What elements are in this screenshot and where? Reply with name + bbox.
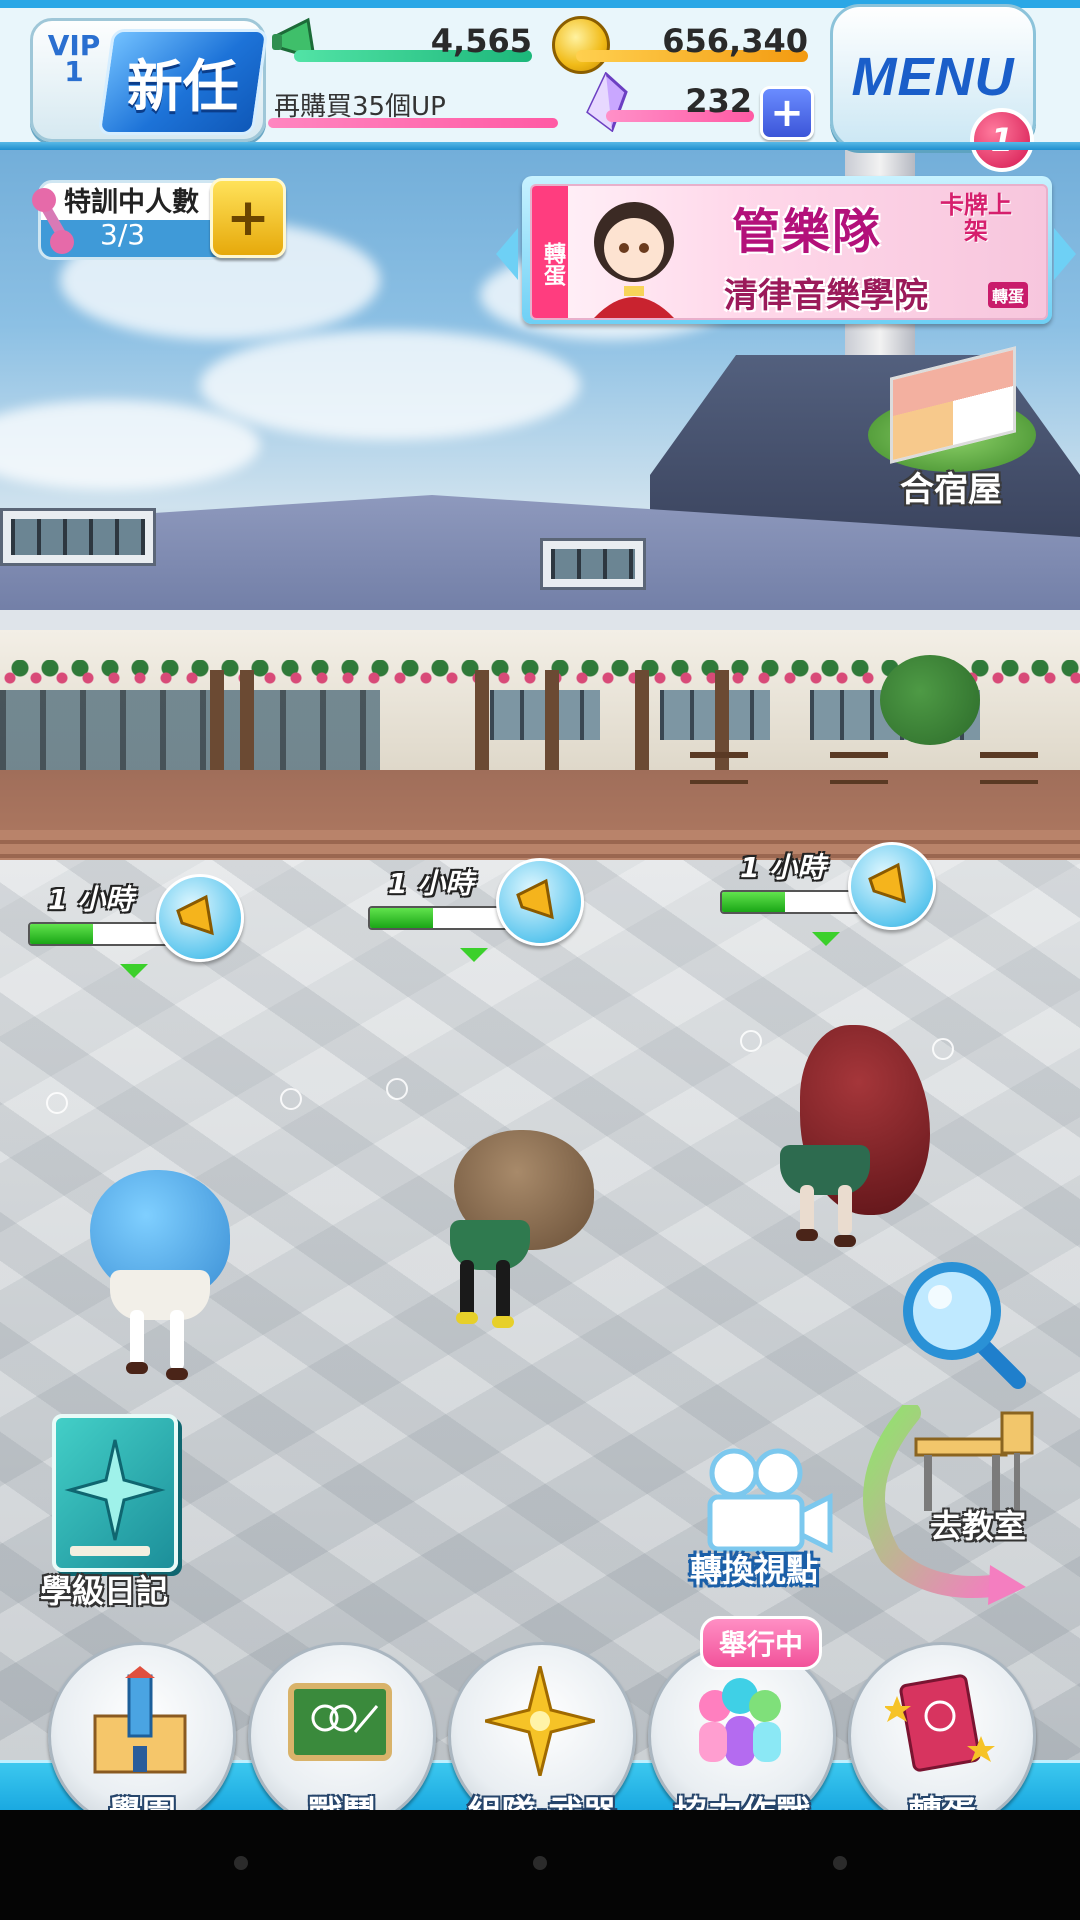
add-training-slot-button[interactable]: + xyxy=(210,178,286,258)
bubble xyxy=(46,1092,68,1114)
nav-co-op-label: 協力作戰 xyxy=(648,1786,836,1810)
banner-subtitle-tag: 轉蛋 xyxy=(988,282,1029,308)
gem-stat: 232 xyxy=(582,72,754,132)
change-view-label: 轉換視點 xyxy=(690,1551,819,1589)
gacha-banner[interactable]: 轉蛋 管樂隊 卡牌上架 清律音樂學院 轉蛋 xyxy=(522,176,1052,324)
megaphone-icon xyxy=(516,878,554,920)
banner-next-arrow[interactable] xyxy=(1054,228,1076,280)
home-button[interactable] xyxy=(533,1856,547,1870)
bench xyxy=(690,752,748,784)
co-op-figures-icon xyxy=(699,1678,781,1766)
magnifier-icon[interactable] xyxy=(900,1255,1030,1395)
nav-battle[interactable]: 戰鬥 xyxy=(248,1642,436,1810)
compass-star-icon xyxy=(64,1439,166,1556)
class-diary-button[interactable]: 學級日記 xyxy=(40,1410,190,1610)
timer-progress-bar xyxy=(720,890,864,914)
nav-gacha-label: 轉蛋 xyxy=(848,1786,1036,1810)
banner-prev-arrow[interactable] xyxy=(496,228,518,280)
rank-title-badge: 新任 xyxy=(97,29,269,135)
nav-battle-label: 戰鬥 xyxy=(248,1786,436,1810)
megaphone-icon xyxy=(868,862,906,904)
character-brown-hair[interactable] xyxy=(430,1120,610,1330)
timer-label: 1 小時 xyxy=(48,883,134,916)
cloud xyxy=(0,400,260,490)
banner-subtitle: 清律音樂學院 xyxy=(724,276,928,316)
school-building-icon xyxy=(93,1666,187,1774)
character-red-hair[interactable] xyxy=(770,1015,950,1275)
megaphone-stat: 4,565 xyxy=(270,17,532,64)
dorm-button[interactable]: 合宿屋 xyxy=(862,346,1042,512)
bubble xyxy=(386,1078,408,1100)
roof-dormer xyxy=(540,538,646,590)
timer-progress-fill xyxy=(722,892,785,912)
class-diary-label: 學級日記 xyxy=(40,1572,169,1610)
bubble xyxy=(280,1088,302,1110)
bubble xyxy=(740,1030,762,1052)
cheer-button[interactable] xyxy=(496,858,584,946)
bottom-navigation: 學園 戰鬥 組隊·武器 xyxy=(0,1620,1080,1810)
timer-progress-fill xyxy=(30,924,93,944)
nav-school-label: 學園 xyxy=(48,1786,236,1810)
training-counter: 特訓中人數 3/3 + xyxy=(28,178,286,260)
timer-pointer xyxy=(120,964,148,978)
bench xyxy=(980,752,1038,784)
banner-title: 管樂隊 xyxy=(732,204,883,260)
timer-progress-bar xyxy=(28,922,172,946)
timer-label: 1 小時 xyxy=(740,851,826,884)
android-navigation-bar xyxy=(0,1810,1080,1920)
gem-count: 232 xyxy=(685,82,752,120)
back-button[interactable] xyxy=(234,1856,248,1870)
nav-team-weapon[interactable]: 組隊·武器 xyxy=(448,1642,636,1810)
tree xyxy=(880,655,980,745)
cheer-button[interactable] xyxy=(848,842,936,930)
bench xyxy=(830,752,888,784)
training-timer-1: 1 小時 xyxy=(28,868,248,978)
timer-pointer xyxy=(460,948,488,962)
nav-school[interactable]: 學園 xyxy=(48,1642,236,1810)
buy-gems-button[interactable]: + xyxy=(760,86,814,140)
megaphone-count: 4,565 xyxy=(430,22,532,60)
vip-label: VIP 1 xyxy=(47,29,101,88)
cloud xyxy=(200,330,580,440)
video-camera-icon xyxy=(707,1448,833,1554)
timer-pointer xyxy=(812,932,840,946)
nav-team-weapon-label: 組隊·武器 xyxy=(448,1786,636,1810)
recents-button[interactable] xyxy=(833,1856,847,1870)
coin-icon xyxy=(552,16,610,74)
training-timer-3: 1 小時 xyxy=(720,836,940,946)
top-status-bar: VIP 1 新任 4,565 656,340 再購買35個UP 232 + ME… xyxy=(0,0,1080,172)
nav-gacha[interactable]: 轉蛋 xyxy=(848,1642,1036,1810)
megaphone-icon xyxy=(176,894,214,936)
menu-notification-badge: 1 xyxy=(970,108,1034,172)
go-classroom-label: 去教室 xyxy=(930,1507,1027,1545)
timer-progress-bar xyxy=(368,906,512,930)
roof-dormer xyxy=(0,508,156,566)
game-screen: VIP 1 新任 4,565 656,340 再購買35個UP 232 + ME… xyxy=(0,0,1080,1810)
go-classroom-button[interactable]: 去教室 xyxy=(863,1405,1050,1605)
gacha-book-icon xyxy=(885,1674,995,1772)
training-count: 3/3 xyxy=(100,218,146,251)
event-in-progress-tag: 舉行中 xyxy=(700,1616,823,1670)
training-label: 特訓中人數 xyxy=(64,187,199,218)
crystal-gem-icon xyxy=(586,72,628,132)
vip-rank-panel[interactable]: VIP 1 新任 xyxy=(30,18,269,142)
banner-gacha-tag: 轉蛋 xyxy=(532,186,568,318)
timer-label: 1 小時 xyxy=(388,867,474,900)
timer-progress-fill xyxy=(370,908,433,928)
banner-character-portrait xyxy=(594,202,674,318)
cheer-button[interactable] xyxy=(156,874,244,962)
purchase-hint-bar xyxy=(268,118,558,128)
training-timer-2: 1 小時 xyxy=(368,852,588,962)
coin-count: 656,340 xyxy=(662,22,808,60)
banner-badge: 卡牌上架 xyxy=(940,191,1012,245)
chalkboard-icon xyxy=(288,1683,392,1761)
change-view-button[interactable]: 轉換視點 xyxy=(690,1445,840,1595)
dorm-label: 合宿屋 xyxy=(900,470,1002,510)
character-blue-hair[interactable] xyxy=(80,1150,250,1380)
diary-book-icon xyxy=(52,1414,178,1572)
coin-stat: 656,340 xyxy=(552,16,808,74)
compass-star-icon xyxy=(485,1666,595,1776)
